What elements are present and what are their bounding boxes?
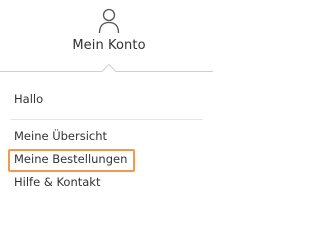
account-links: Meine Übersicht Meine Bestellungen Hilfe… xyxy=(14,128,127,197)
account-header[interactable]: Mein Konto xyxy=(0,0,213,66)
greeting-text: Hallo xyxy=(14,92,44,106)
account-menu: Mein Konto Hallo Meine Übersicht Meine B… xyxy=(0,0,213,232)
link-label: Hilfe & Kontakt xyxy=(14,175,101,189)
account-title: Mein Konto xyxy=(72,38,146,53)
link-label: Meine Bestellungen xyxy=(14,152,128,166)
link-meine-bestellungen[interactable]: Meine Bestellungen xyxy=(14,151,127,174)
user-icon xyxy=(98,8,120,34)
menu-separator xyxy=(10,119,203,120)
link-meine-uebersicht[interactable]: Meine Übersicht xyxy=(14,128,127,151)
header-divider xyxy=(0,63,213,72)
link-label: Meine Übersicht xyxy=(14,129,108,143)
link-hilfe-kontakt[interactable]: Hilfe & Kontakt xyxy=(14,174,127,197)
